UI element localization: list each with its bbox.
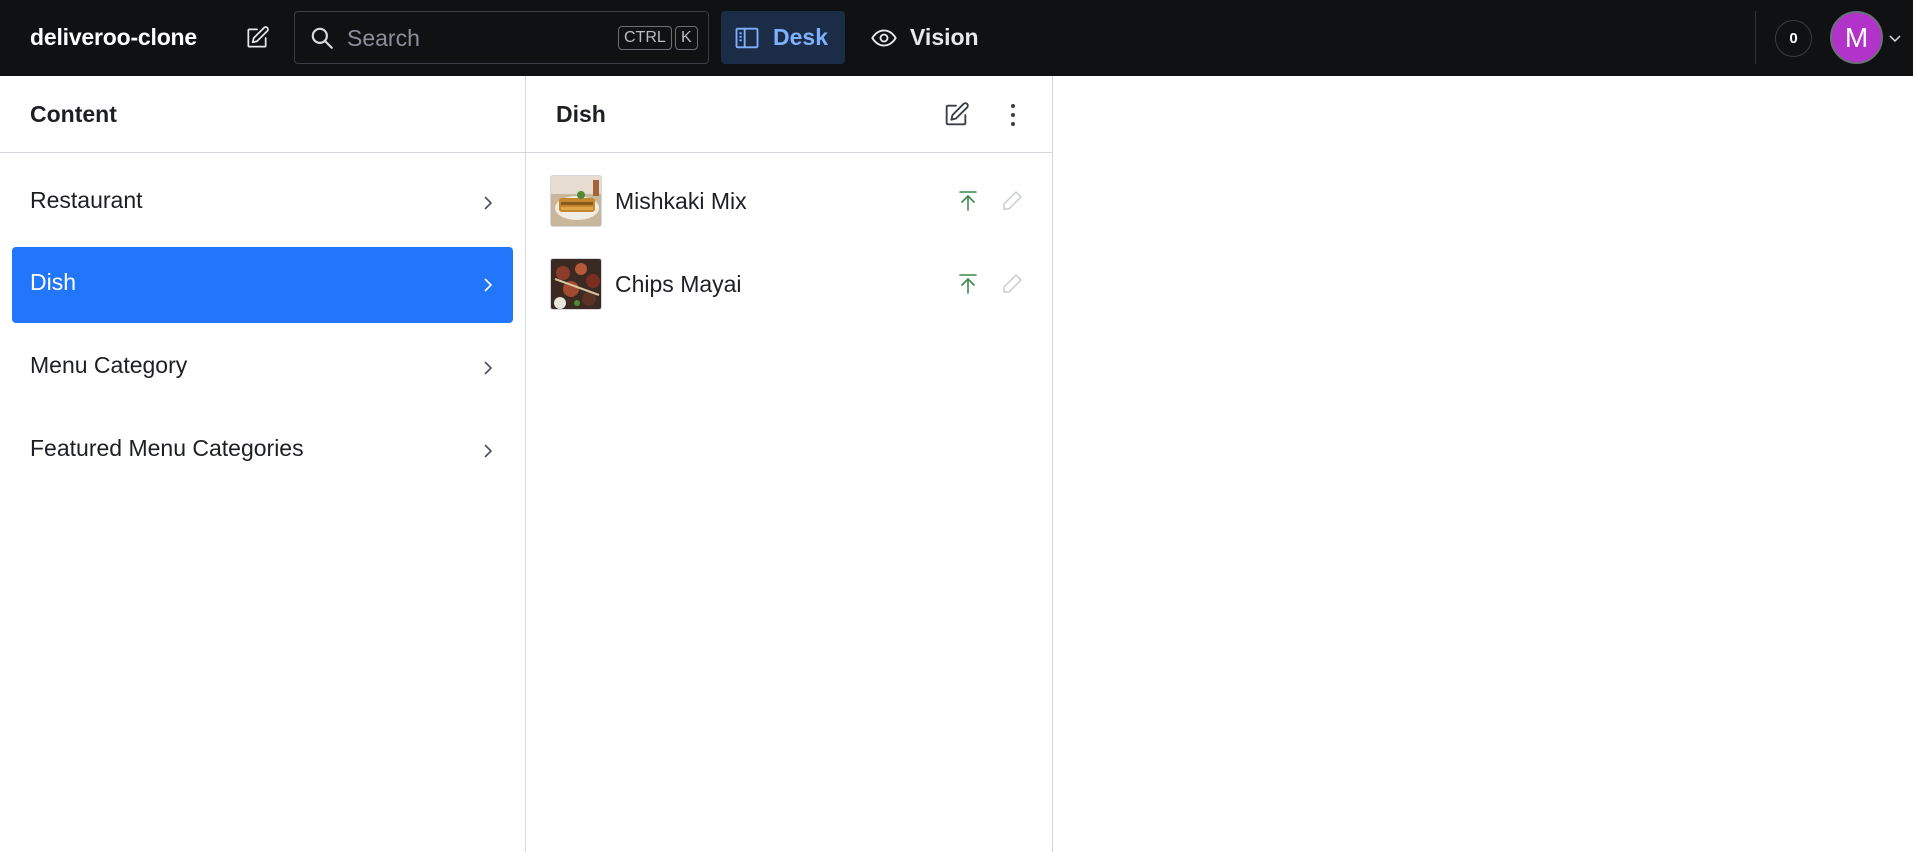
dish-thumbnail <box>550 175 602 227</box>
document-item-chips-mayai[interactable]: Chips Mayai <box>538 248 1041 320</box>
create-dish-button[interactable] <box>936 95 976 135</box>
new-document-button[interactable] <box>238 20 276 56</box>
desk-icon <box>735 27 759 49</box>
chevron-right-icon <box>484 196 493 210</box>
chevron-right-icon <box>484 444 493 458</box>
compose-icon <box>945 102 969 126</box>
edit-icon[interactable] <box>1000 189 1024 213</box>
search-icon <box>311 27 333 49</box>
shortcut-ctrl-key: CTRL <box>618 26 672 50</box>
avatar[interactable]: M <box>1830 11 1883 64</box>
chevron-down-icon[interactable] <box>1887 30 1903 46</box>
content-pane-header: Content <box>0 76 525 153</box>
nav-item-label: Featured Menu Categories <box>30 435 304 461</box>
document-title: Chips Mayai <box>615 271 742 297</box>
tool-vision-label: Vision <box>910 24 979 50</box>
nav-item-dish[interactable]: Dish <box>12 247 513 323</box>
nav-item-label: Restaurant <box>30 187 143 213</box>
content-pane-title: Content <box>30 101 117 127</box>
content-pane: Content Restaurant Dish Menu Category Fe… <box>0 76 526 852</box>
edit-icon[interactable] <box>1000 272 1024 296</box>
eye-icon <box>871 29 897 47</box>
dish-thumbnail <box>550 258 602 310</box>
dish-pane-header: Dish <box>526 76 1052 153</box>
tool-vision-button[interactable]: Vision <box>858 11 979 64</box>
more-vertical-icon <box>1011 104 1015 126</box>
document-item-mishkaki-mix[interactable]: Mishkaki Mix <box>538 165 1041 237</box>
shortcut-k-key: K <box>675 26 698 50</box>
dish-pane-title: Dish <box>556 101 606 127</box>
chevron-right-icon <box>484 278 493 292</box>
top-bar: deliveroo-clone CTRL K Desk Vision 0 M <box>0 0 1913 76</box>
nav-item-label: Menu Category <box>30 352 188 378</box>
search-box[interactable]: CTRL K <box>294 11 709 64</box>
notification-badge[interactable]: 0 <box>1775 20 1812 57</box>
project-name[interactable]: deliveroo-clone <box>30 24 197 51</box>
topbar-divider <box>1755 11 1756 64</box>
published-icon <box>959 274 977 294</box>
nav-item-label: Dish <box>30 269 77 295</box>
dish-pane: Dish Mishkaki Mix Chips Mayai <box>526 76 1053 852</box>
nav-item-featured-menu-categories[interactable]: Featured Menu Categories <box>12 413 513 489</box>
chevron-right-icon <box>484 361 493 375</box>
document-title: Mishkaki Mix <box>615 188 747 214</box>
nav-item-restaurant[interactable]: Restaurant <box>12 165 513 241</box>
compose-icon <box>247 26 269 48</box>
tool-desk-button[interactable]: Desk <box>721 11 845 64</box>
tool-desk-label: Desk <box>773 24 828 50</box>
pane-menu-button[interactable] <box>993 95 1033 135</box>
search-input[interactable] <box>347 20 597 56</box>
published-icon <box>959 191 977 211</box>
nav-item-menu-category[interactable]: Menu Category <box>12 330 513 406</box>
